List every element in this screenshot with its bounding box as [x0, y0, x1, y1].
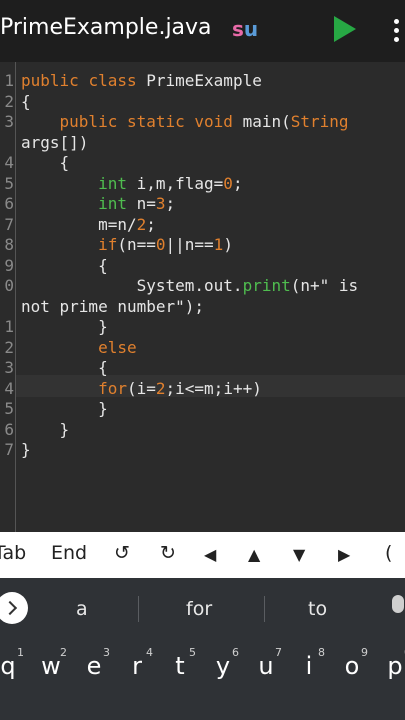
undo-icon[interactable]: ↺	[114, 542, 130, 564]
arrow-right-icon[interactable]: ▶	[338, 545, 350, 564]
app-logo[interactable]: su	[232, 17, 258, 41]
key-t[interactable]: t5	[162, 646, 198, 696]
paren-key[interactable]: (	[385, 542, 392, 564]
suggestion-item[interactable]: for	[186, 598, 212, 620]
line-number-gutter	[0, 62, 16, 532]
key-label: p	[387, 652, 403, 680]
code-line[interactable]: not prime number");	[21, 297, 204, 317]
key-hint: 9	[361, 646, 368, 659]
line-number: 7	[4, 440, 14, 459]
file-title: PrimeExample.java	[0, 15, 212, 40]
line-number: 9	[4, 255, 14, 275]
code-line[interactable]: {	[21, 358, 108, 378]
key-y[interactable]: y6	[205, 646, 241, 696]
line-number: 6	[4, 419, 14, 439]
key-o[interactable]: o9	[334, 646, 370, 696]
line-number: 7	[4, 214, 14, 234]
key-hint: 1	[17, 646, 24, 659]
key-hint: 3	[103, 646, 110, 659]
suggestion-bar: a for to	[0, 578, 405, 638]
tab-key[interactable]: Tab	[0, 542, 26, 564]
end-key[interactable]: End	[51, 542, 87, 564]
code-line[interactable]: public static void main(String	[21, 112, 349, 132]
key-hint: 8	[318, 646, 325, 659]
code-line[interactable]: int n=3;	[21, 194, 175, 214]
line-number: 4	[4, 378, 14, 398]
line-number: 3	[4, 112, 14, 131]
chevron-right-icon[interactable]	[0, 592, 28, 624]
line-number: 1	[4, 71, 14, 90]
arrow-up-icon[interactable]: ▲	[248, 545, 260, 564]
key-hint: 5	[189, 646, 196, 659]
extra-keys-bar: Tab End ↺ ↻ ◀ ▲ ▼ ▶ (	[0, 532, 405, 578]
key-e[interactable]: e3	[76, 646, 112, 696]
code-line[interactable]: for(i=2;i<=m;i++)	[21, 379, 262, 399]
line-number: 1	[4, 317, 14, 336]
code-line[interactable]: }	[21, 420, 70, 440]
arrow-down-icon[interactable]: ▼	[293, 545, 305, 564]
code-line[interactable]: m=n/2;	[21, 215, 156, 235]
soft-keyboard: a for to q1w2e3r4t5y6u7i8o9p0	[0, 578, 405, 720]
line-number: 5	[4, 399, 14, 418]
key-w[interactable]: w2	[33, 646, 69, 696]
code-line[interactable]: args[])	[21, 133, 88, 153]
arrow-left-icon[interactable]: ◀	[204, 545, 216, 564]
code-line[interactable]: else	[21, 338, 137, 358]
key-hint: 7	[275, 646, 282, 659]
code-line[interactable]: if(n==0||n==1)	[21, 235, 233, 255]
key-i[interactable]: i8	[291, 646, 327, 696]
key-u[interactable]: u7	[248, 646, 284, 696]
microphone-icon[interactable]	[392, 595, 404, 613]
key-hint: 4	[146, 646, 153, 659]
more-options-icon[interactable]	[394, 19, 399, 46]
line-number: 4	[4, 153, 14, 172]
code-line[interactable]: {	[21, 153, 70, 173]
line-number: 2	[4, 91, 14, 111]
key-q[interactable]: q1	[0, 646, 26, 696]
line-number: 8	[4, 235, 14, 254]
key-r[interactable]: r4	[119, 646, 155, 696]
key-hint: 6	[232, 646, 239, 659]
code-line[interactable]: {	[21, 256, 108, 276]
suggestion-item[interactable]: to	[308, 598, 327, 620]
code-line[interactable]: System.out.print(n+" is	[21, 276, 359, 296]
code-line[interactable]: }	[21, 440, 31, 460]
code-line[interactable]: {	[21, 92, 31, 112]
code-line[interactable]: }	[21, 317, 108, 337]
line-number: 3	[4, 358, 14, 377]
run-icon[interactable]	[334, 16, 356, 42]
line-number: 2	[4, 337, 14, 357]
code-line[interactable]: int i,m,flag=0;	[21, 174, 243, 194]
code-editor[interactable]: 1 public class PrimeExample 2 {3 public sta…	[0, 62, 405, 532]
divider	[138, 596, 139, 622]
line-number: 6	[4, 194, 14, 213]
suggestion-item[interactable]: a	[76, 598, 88, 620]
code-line[interactable]: public class PrimeExample	[21, 71, 262, 91]
key-hint: 2	[60, 646, 67, 659]
divider	[264, 596, 265, 622]
code-line[interactable]: }	[21, 399, 108, 419]
title-bar: PrimeExample.java su	[0, 0, 405, 62]
line-number: 0	[4, 276, 14, 295]
line-number: 5	[4, 173, 14, 193]
key-p[interactable]: p0	[377, 646, 405, 696]
redo-icon[interactable]: ↻	[160, 542, 176, 564]
